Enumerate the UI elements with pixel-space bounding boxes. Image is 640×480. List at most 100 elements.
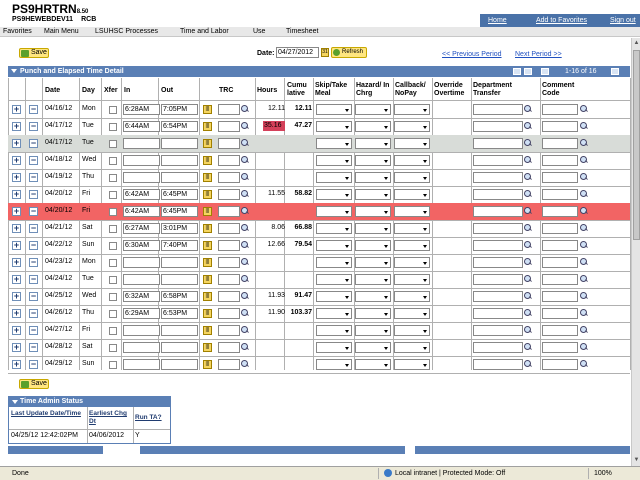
trc-input[interactable] — [218, 172, 240, 183]
trc-lookup-icon[interactable] — [241, 122, 249, 130]
hazard-select[interactable] — [355, 308, 391, 319]
in-time-input[interactable]: 6:30AM — [123, 240, 160, 251]
skip-meal-select[interactable] — [316, 172, 352, 183]
trc-lookup-icon[interactable] — [241, 105, 249, 113]
hazard-select[interactable] — [355, 274, 391, 285]
timecard-icon[interactable]: ||| — [203, 309, 212, 318]
trc-lookup-icon[interactable] — [241, 156, 249, 164]
skip-meal-select[interactable] — [316, 257, 352, 268]
trc-input[interactable] — [218, 291, 240, 302]
department-lookup-icon[interactable] — [524, 122, 532, 130]
skip-meal-select[interactable] — [316, 308, 352, 319]
timecard-icon[interactable]: ||| — [203, 292, 212, 301]
department-input[interactable] — [473, 172, 523, 183]
in-time-input[interactable] — [123, 359, 160, 370]
download-grid-icon[interactable] — [524, 68, 532, 75]
department-input[interactable] — [473, 206, 523, 217]
trc-input[interactable] — [218, 155, 240, 166]
callback-select[interactable] — [394, 189, 430, 200]
department-lookup-icon[interactable] — [524, 326, 532, 334]
in-time-input[interactable]: 6:28AM — [123, 104, 160, 115]
xfer-checkbox[interactable] — [109, 293, 117, 301]
trc-input[interactable] — [218, 121, 240, 132]
xfer-checkbox[interactable] — [109, 140, 117, 148]
skip-meal-select[interactable] — [316, 240, 352, 251]
delete-row-icon[interactable]: − — [29, 207, 38, 216]
callback-select[interactable] — [394, 138, 430, 149]
hazard-select[interactable] — [355, 104, 391, 115]
in-time-input[interactable]: 6:27AM — [123, 223, 160, 234]
trc-lookup-icon[interactable] — [241, 258, 249, 266]
delete-row-icon[interactable]: − — [29, 241, 38, 250]
timecard-icon[interactable]: ||| — [203, 343, 212, 352]
date-input[interactable]: 04/27/2012 — [276, 47, 319, 58]
comment-lookup-icon[interactable] — [580, 139, 588, 147]
delete-row-icon[interactable]: − — [29, 326, 38, 335]
timecard-icon[interactable]: ||| — [203, 139, 212, 148]
skip-meal-select[interactable] — [316, 206, 352, 217]
calendar-icon[interactable]: 31 — [321, 48, 329, 57]
delete-row-icon[interactable]: − — [29, 105, 38, 114]
skip-meal-select[interactable] — [316, 189, 352, 200]
department-input[interactable] — [473, 189, 523, 200]
skip-meal-select[interactable] — [316, 342, 352, 353]
xfer-checkbox[interactable] — [109, 242, 117, 250]
callback-select[interactable] — [394, 206, 430, 217]
add-row-icon[interactable]: + — [12, 190, 21, 199]
in-time-input[interactable] — [123, 325, 160, 336]
trc-input[interactable] — [218, 189, 240, 200]
comment-lookup-icon[interactable] — [580, 156, 588, 164]
comment-input[interactable] — [542, 257, 578, 268]
hazard-select[interactable] — [355, 138, 391, 149]
collapse-icon[interactable] — [11, 69, 17, 73]
out-time-input[interactable] — [161, 138, 198, 149]
department-input[interactable] — [473, 359, 523, 370]
comment-input[interactable] — [542, 308, 578, 319]
callback-select[interactable] — [394, 155, 430, 166]
timecard-icon[interactable]: ||| — [203, 360, 212, 369]
timecard-icon[interactable]: ||| — [203, 207, 212, 216]
department-lookup-icon[interactable] — [524, 173, 532, 181]
trc-lookup-icon[interactable] — [241, 360, 249, 368]
add-row-icon[interactable]: + — [12, 292, 21, 301]
out-time-input[interactable]: 6:54PM — [161, 121, 198, 132]
comment-lookup-icon[interactable] — [580, 326, 588, 334]
out-time-input[interactable] — [161, 342, 198, 353]
timecard-icon[interactable]: ||| — [203, 105, 212, 114]
out-time-input[interactable]: 7:05PM — [161, 104, 198, 115]
breadcrumb-timesheet[interactable]: Timesheet — [286, 28, 318, 35]
comment-input[interactable] — [542, 223, 578, 234]
add-row-icon[interactable]: + — [12, 309, 21, 318]
department-lookup-icon[interactable] — [524, 360, 532, 368]
callback-select[interactable] — [394, 274, 430, 285]
add-row-icon[interactable]: + — [12, 207, 21, 216]
in-time-input[interactable]: 6:42AM — [123, 189, 160, 200]
comment-lookup-icon[interactable] — [580, 275, 588, 283]
delete-row-icon[interactable]: − — [29, 173, 38, 182]
add-row-icon[interactable]: + — [12, 224, 21, 233]
department-input[interactable] — [473, 121, 523, 132]
out-time-input[interactable]: 6:45PM — [161, 189, 198, 200]
last-page-icon[interactable] — [611, 68, 619, 75]
hazard-select[interactable] — [355, 189, 391, 200]
xfer-checkbox[interactable] — [109, 259, 117, 267]
xfer-checkbox[interactable] — [109, 344, 117, 352]
department-lookup-icon[interactable] — [524, 207, 532, 215]
comment-input[interactable] — [542, 121, 578, 132]
delete-row-icon[interactable]: − — [29, 343, 38, 352]
trc-lookup-icon[interactable] — [241, 343, 249, 351]
xfer-checkbox[interactable] — [109, 276, 117, 284]
out-time-input[interactable] — [161, 325, 198, 336]
hazard-select[interactable] — [355, 325, 391, 336]
delete-row-icon[interactable]: − — [29, 275, 38, 284]
department-lookup-icon[interactable] — [524, 275, 532, 283]
add-row-icon[interactable]: + — [12, 326, 21, 335]
timecard-icon[interactable]: ||| — [203, 326, 212, 335]
hazard-select[interactable] — [355, 206, 391, 217]
in-time-input[interactable] — [123, 172, 160, 183]
in-time-input[interactable]: 6:42AM — [123, 206, 160, 217]
department-input[interactable] — [473, 325, 523, 336]
add-row-icon[interactable]: + — [12, 105, 21, 114]
department-input[interactable] — [473, 138, 523, 149]
department-lookup-icon[interactable] — [524, 241, 532, 249]
